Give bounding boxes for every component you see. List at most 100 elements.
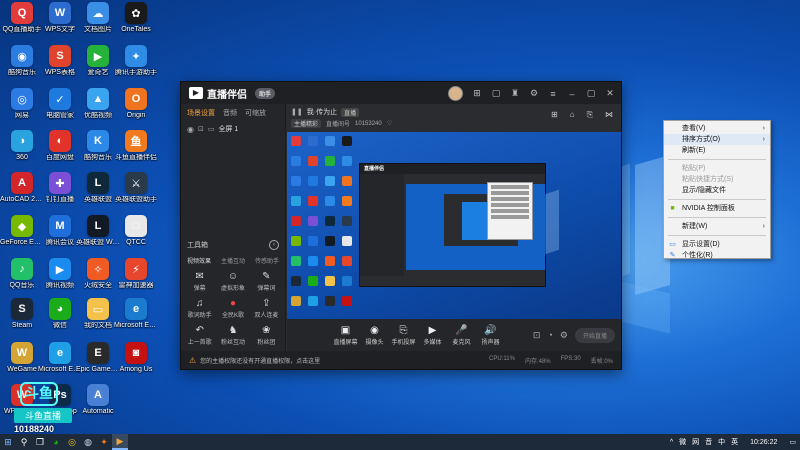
gift-icon[interactable]: ⊞ bbox=[472, 88, 482, 99]
tab-scene[interactable]: 场景设置 bbox=[187, 108, 215, 118]
record-icon[interactable]: ⊡ bbox=[533, 330, 541, 341]
visibility-eye-icon[interactable]: ◉ bbox=[187, 125, 194, 134]
toolbox-item[interactable]: ♞ 粉丝互动 bbox=[216, 325, 249, 346]
toolbox-item[interactable]: ↶ 上一首歌 bbox=[183, 325, 216, 346]
gift-box-icon[interactable]: ⊞ bbox=[551, 110, 558, 120]
toolbox-tab-interact[interactable]: 主播互动 bbox=[221, 256, 245, 265]
douyu-icon[interactable]: ✦ bbox=[96, 434, 112, 450]
desktop-icon[interactable]: ✦ 腾讯手游助手 bbox=[115, 45, 157, 77]
shop-icon[interactable]: ⌂ bbox=[570, 110, 575, 120]
desktop-icon[interactable]: ▲ 优酷视频 bbox=[78, 88, 118, 120]
desktop-icon[interactable]: ✧ 火绒安全 bbox=[78, 258, 118, 290]
toolbox-item[interactable]: ✉ 弹幕 bbox=[183, 271, 216, 292]
desktop-icon[interactable]: ♪ QQ音乐 bbox=[2, 258, 42, 290]
user-avatar[interactable] bbox=[448, 86, 463, 101]
desktop-icon[interactable]: O Origin bbox=[116, 88, 156, 120]
close-icon[interactable]: ✕ bbox=[605, 88, 615, 99]
desktop-icon[interactable]: ◆GeForce Experience bbox=[0, 215, 44, 247]
desktop-icon[interactable]: □ QTCC bbox=[116, 215, 156, 247]
toolbox-tab-video[interactable]: 视频效果 bbox=[187, 256, 211, 265]
context-menu-item[interactable]: 显示/隐藏文件 bbox=[664, 185, 770, 196]
desktop-icon[interactable]: A AutoCAD 2020 bbox=[0, 172, 44, 204]
desktop-icon[interactable]: e Microsoft Edge bbox=[38, 342, 82, 374]
context-menu-item[interactable]: 刷新(E) bbox=[664, 145, 770, 156]
desktop-icon[interactable]: A Automatic bbox=[78, 384, 118, 416]
start-live-button[interactable]: 开始直播 bbox=[574, 327, 615, 343]
minimize-icon[interactable]: – bbox=[567, 89, 577, 99]
desktop-icon[interactable]: K 酷狗音乐 bbox=[78, 130, 118, 162]
context-menu-item[interactable]: ■ NVIDIA 控制面板 bbox=[664, 203, 770, 214]
desktop-icon[interactable]: ▭ 我的文档 bbox=[78, 298, 118, 330]
share-screen-icon[interactable]: ⎘ bbox=[587, 110, 593, 120]
tray-overflow-icon[interactable]: ^ bbox=[670, 439, 673, 446]
desktop-icon[interactable]: W WPS文字 bbox=[40, 2, 80, 34]
source-button[interactable]: 🔊 扬声器 bbox=[476, 325, 505, 346]
context-menu-item[interactable]: 新建(W) › bbox=[664, 221, 770, 232]
desktop-icon[interactable]: ⚡ 雷神加速器 bbox=[116, 258, 156, 290]
toolbox-item[interactable]: ● 全民K歌 bbox=[216, 298, 249, 319]
tray-network-icon[interactable]: 网 bbox=[692, 437, 699, 447]
desktop-icon[interactable]: ✿ OneTales bbox=[116, 2, 156, 34]
share-icon[interactable]: ⋈ bbox=[605, 110, 613, 120]
menu-icon[interactable]: ≡ bbox=[548, 89, 558, 99]
desktop-icon[interactable]: L英雄联盟 WeGame版 bbox=[76, 215, 120, 247]
desktop-icon[interactable]: Q QQ直播助手 bbox=[2, 2, 42, 34]
clock[interactable]: 10:26:22 bbox=[750, 439, 777, 446]
gear-icon[interactable]: ⚙ bbox=[560, 330, 568, 341]
steam-icon[interactable]: ◍ bbox=[80, 434, 96, 450]
context-menu-item[interactable]: ✎ 个性化(R) bbox=[664, 250, 770, 261]
context-menu-item[interactable]: ▭ 显示设置(D) bbox=[664, 239, 770, 250]
source-button[interactable]: ◉ 摄像头 bbox=[360, 325, 389, 346]
tab-zoom[interactable]: 可缩放 bbox=[245, 108, 266, 118]
start-button[interactable]: ⊞ bbox=[0, 434, 16, 450]
desktop-icon[interactable]: M 腾讯会议 bbox=[40, 215, 80, 247]
tray-volume-icon[interactable]: 音 bbox=[705, 437, 712, 447]
desktop-icon[interactable]: L 英雄联盟 bbox=[78, 172, 118, 204]
toolbox-item[interactable]: ⇪ 双人连麦 bbox=[250, 298, 283, 319]
desktop-icon[interactable]: e Microsoft Edge bbox=[114, 298, 158, 330]
source-button[interactable]: ⎘ 手机投屏 bbox=[389, 325, 418, 346]
toolbox-item[interactable]: ✎ 弹幕词 bbox=[250, 271, 283, 292]
title-bar[interactable]: ▶ 直播伴侣 助手 ⊞ ▢ ♜ ⚙ ≡ – ▢ ✕ bbox=[181, 82, 621, 104]
desktop-icon[interactable]: S Steam bbox=[2, 298, 42, 330]
lock-icon[interactable]: ⊡ bbox=[198, 125, 204, 133]
desktop-icon[interactable]: ◙ Among Us bbox=[116, 342, 156, 374]
search-icon[interactable]: ⚲ bbox=[16, 434, 32, 450]
live-companion-taskbar-icon[interactable]: ▶ bbox=[112, 434, 128, 450]
toolbox-item[interactable]: ♫ 歌词助手 bbox=[183, 298, 216, 319]
tab-audio[interactable]: 音频 bbox=[223, 108, 237, 118]
context-menu-item[interactable]: 查看(V) › bbox=[664, 123, 770, 134]
shirt-icon[interactable]: ♜ bbox=[510, 88, 520, 99]
status-message[interactable]: 您的主播权限还没有开通直播权限，点击这里 bbox=[200, 356, 320, 365]
wechat-icon[interactable]: ◕ bbox=[48, 434, 64, 450]
task-view-icon[interactable]: ❐ bbox=[32, 434, 48, 450]
tray-lang-icon[interactable]: 英 bbox=[731, 437, 738, 447]
source-button[interactable]: 🎤 麦克风 bbox=[447, 325, 476, 346]
desktop-icon[interactable]: ☁ 文档图片 bbox=[78, 2, 118, 34]
desktop-icon[interactable]: 鱼斗鱼直播伴侣 bbox=[115, 130, 157, 162]
source-button[interactable]: ▶ 多媒体 bbox=[418, 325, 447, 346]
desktop-icon[interactable]: ◑ 360 bbox=[2, 130, 42, 162]
tray-ime-icon[interactable]: 中 bbox=[718, 437, 725, 447]
tray-wechat-icon[interactable]: 微 bbox=[679, 437, 686, 447]
toolbox-tab-sensor[interactable]: 传感助手 bbox=[255, 256, 279, 265]
desktop-icon[interactable]: ▶ 爱奇艺 bbox=[78, 45, 118, 77]
pause-icon[interactable]: ❚❚ bbox=[291, 108, 303, 116]
context-menu-item[interactable]: 排序方式(O) › bbox=[664, 134, 770, 145]
desktop-icon[interactable]: ◎ 网易 bbox=[2, 88, 42, 120]
desktop-icon[interactable]: ◕ 微信 bbox=[40, 298, 80, 330]
desktop-icon[interactable]: ⚔ 英雄联盟助手 bbox=[115, 172, 157, 204]
desktop-icon[interactable]: W WeGame bbox=[2, 342, 42, 374]
collapse-chevron-icon[interactable]: ‹ bbox=[269, 240, 279, 250]
settings-icon[interactable]: ⚙ bbox=[529, 88, 539, 99]
desktop-icon[interactable]: ✓ 电脑管家 bbox=[40, 88, 80, 120]
timer-icon[interactable]: ◔ bbox=[547, 330, 552, 340]
chat-icon[interactable]: ▢ bbox=[491, 88, 501, 99]
desktop-icon[interactable]: S WPS表格 bbox=[40, 45, 80, 77]
chrome-icon[interactable]: ◎ bbox=[64, 434, 80, 450]
live-preview[interactable]: 直播伴侣 bbox=[287, 132, 621, 319]
desktop-icon[interactable]: ▶ 腾讯视频 bbox=[40, 258, 80, 290]
notification-icon[interactable]: ▭ bbox=[789, 438, 796, 446]
desktop-icon[interactable]: ◐ 百度网盘 bbox=[40, 130, 80, 162]
toolbox-item[interactable]: ☺ 虚拟形象 bbox=[216, 271, 249, 292]
